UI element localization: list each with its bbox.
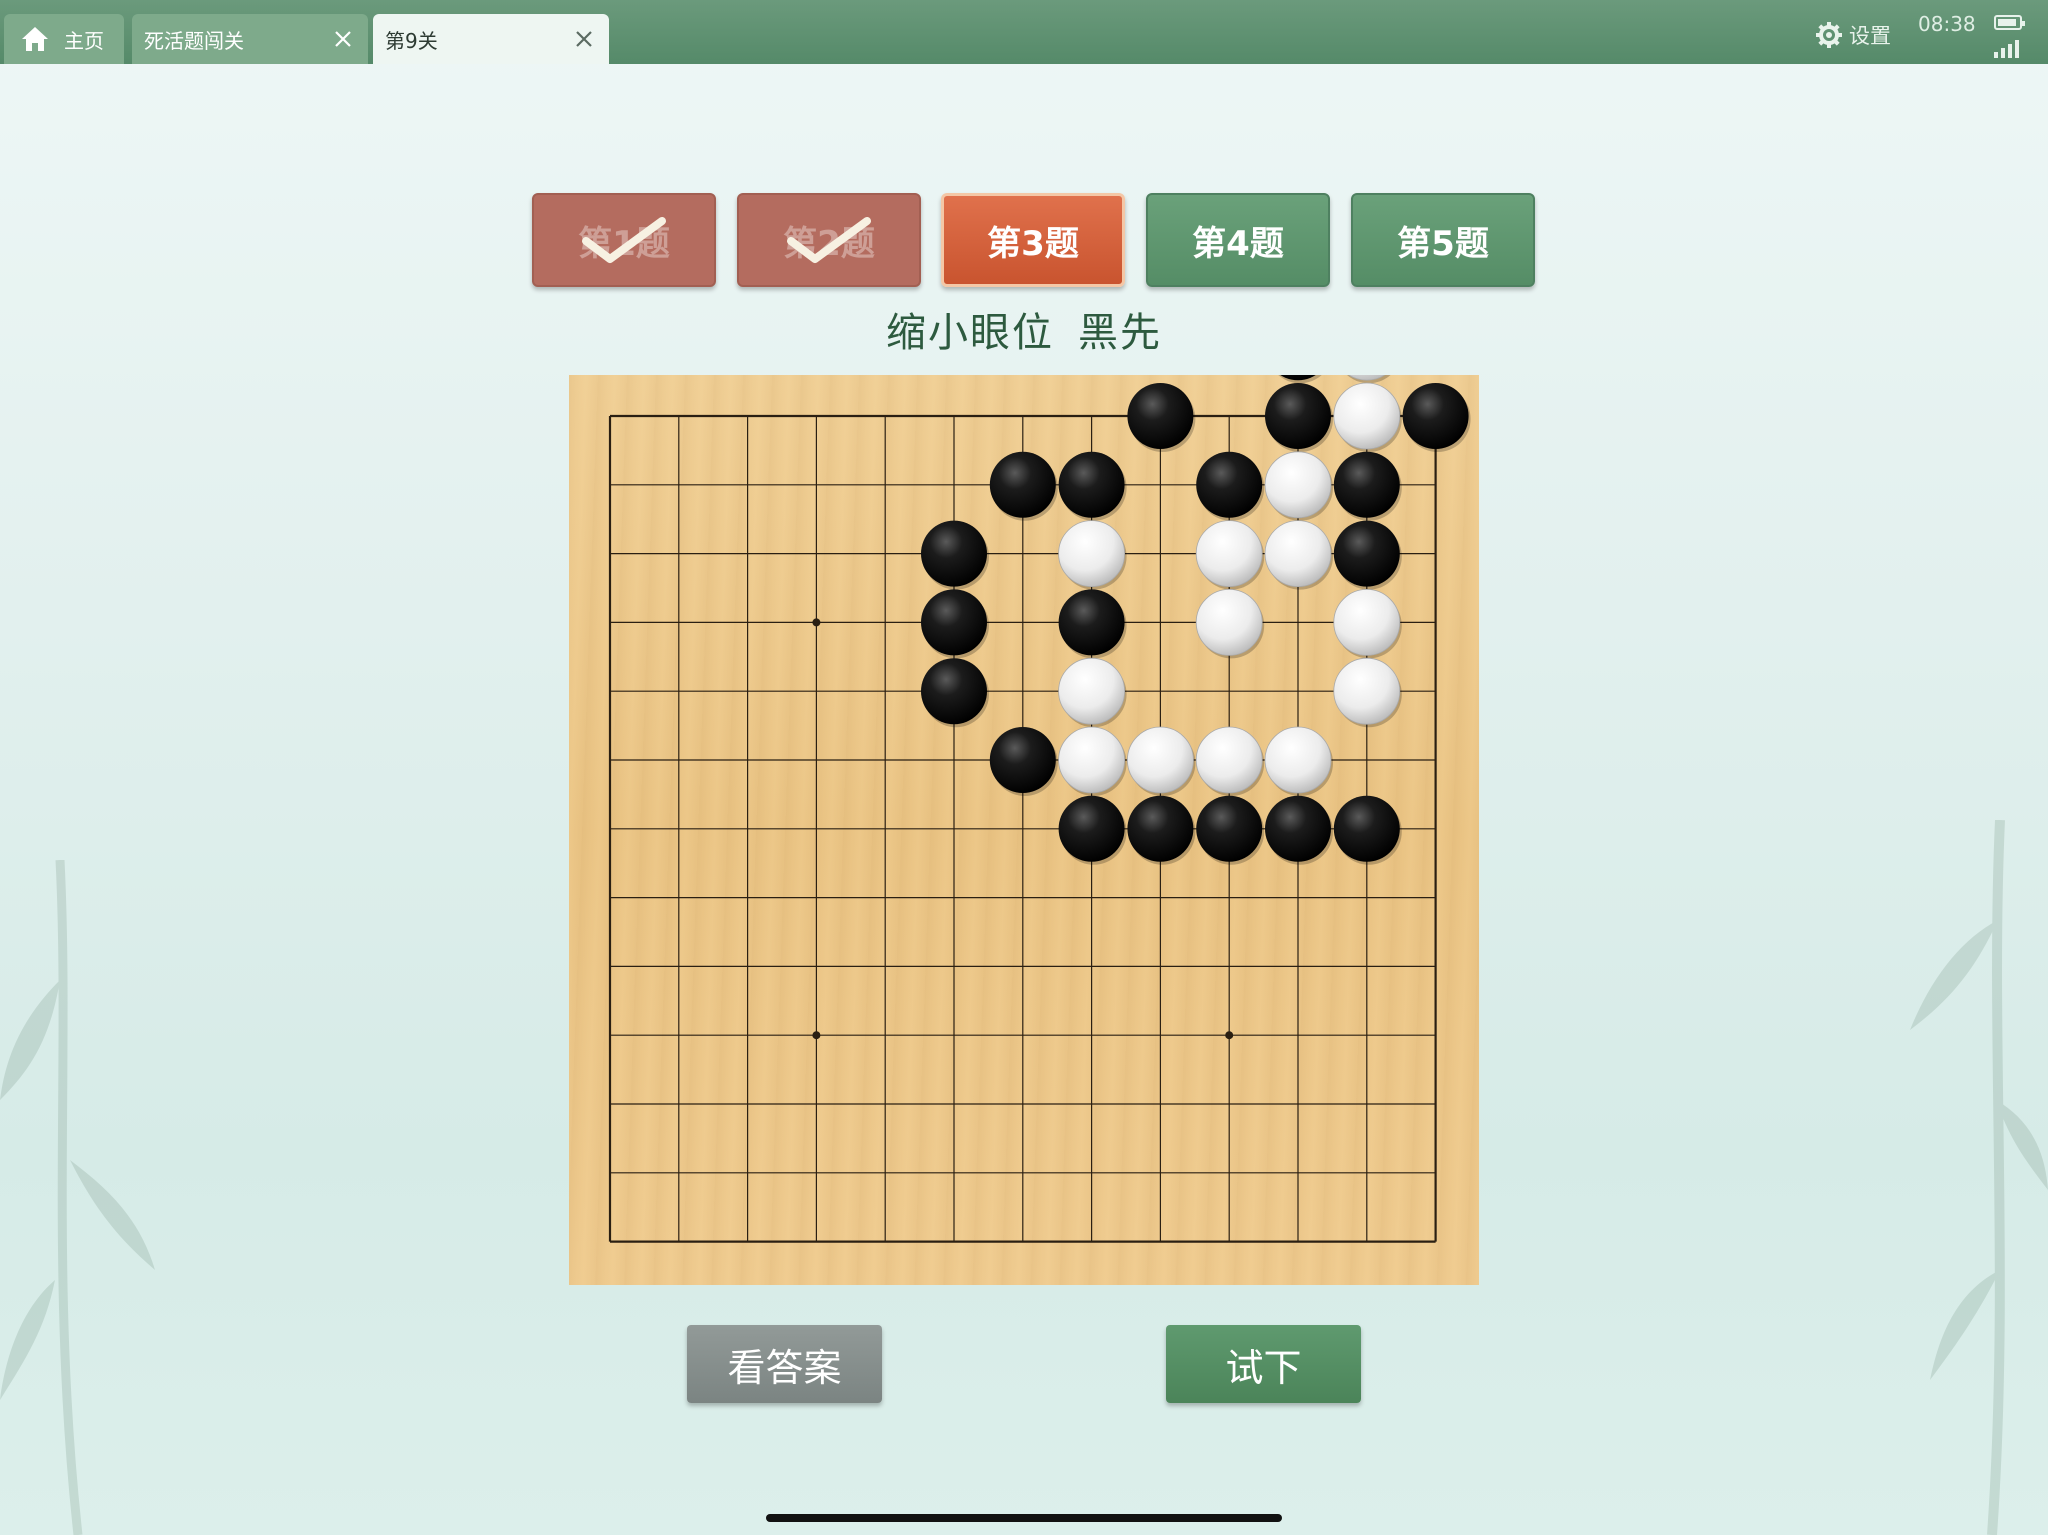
bamboo-decoration-right bbox=[1910, 820, 2048, 1535]
black-stone bbox=[1058, 451, 1127, 521]
white-stone bbox=[1127, 726, 1196, 796]
white-stone bbox=[1195, 588, 1265, 659]
home-icon bbox=[22, 27, 48, 51]
star-point bbox=[812, 618, 821, 627]
white-stone bbox=[1264, 520, 1333, 590]
signal-icon bbox=[1994, 40, 2019, 58]
black-stone bbox=[1127, 383, 1196, 452]
tab-home-label: 主页 bbox=[64, 28, 104, 53]
white-stone bbox=[1058, 726, 1127, 796]
black-stone bbox=[921, 658, 989, 728]
tab-home[interactable]: 主页 bbox=[4, 14, 124, 64]
black-stone bbox=[1058, 589, 1127, 659]
puzzle-objective: 缩小眼位 bbox=[886, 310, 1054, 356]
battery-icon bbox=[1994, 15, 2025, 30]
white-stone bbox=[1333, 657, 1402, 728]
tab-puzzle-challenge[interactable]: 死活题闯关 bbox=[132, 14, 368, 64]
try-move-button[interactable]: 试下 bbox=[1166, 1325, 1361, 1403]
black-stone bbox=[1265, 795, 1333, 865]
white-stone bbox=[1058, 520, 1127, 590]
problem-2-button[interactable]: 第2题 bbox=[737, 193, 921, 287]
puzzle-turn: 黑先 bbox=[1078, 310, 1162, 356]
close-icon[interactable] bbox=[571, 26, 597, 52]
settings-label: 设置 bbox=[1849, 24, 1891, 48]
black-stone bbox=[1278, 375, 1322, 384]
problem-1-button[interactable]: 第1题 bbox=[532, 193, 716, 287]
black-stone bbox=[1265, 383, 1333, 452]
black-stone bbox=[1127, 795, 1196, 865]
show-answer-button[interactable]: 看答案 bbox=[687, 1325, 882, 1403]
problem-4-label: 第4题 bbox=[1192, 223, 1284, 264]
problem-3-button[interactable]: 第3题 bbox=[941, 193, 1125, 287]
problem-5-button[interactable]: 第5题 bbox=[1351, 193, 1535, 287]
tab-level-9[interactable]: 第9关 bbox=[373, 14, 609, 64]
white-stone bbox=[1195, 726, 1265, 796]
white-stone bbox=[1264, 451, 1333, 521]
black-stone bbox=[921, 520, 989, 590]
white-stone bbox=[1195, 520, 1265, 590]
problem-4-button[interactable]: 第4题 bbox=[1146, 193, 1330, 287]
black-stone bbox=[989, 727, 1058, 796]
puzzle-title: 缩小眼位 黑先 bbox=[0, 300, 2048, 358]
tab-bar: 主页 死活题闯关 第9关 设置 08:38 bbox=[0, 0, 2048, 64]
status-time: 08:38 bbox=[1918, 12, 1976, 36]
white-stone bbox=[1058, 657, 1127, 728]
white-stone bbox=[1264, 726, 1333, 796]
checkmark-icon bbox=[582, 217, 666, 263]
black-stone bbox=[989, 451, 1058, 521]
black-stone bbox=[1196, 451, 1265, 521]
black-stone bbox=[921, 589, 989, 659]
gear-icon bbox=[1816, 22, 1842, 48]
tab-level-9-label: 第9关 bbox=[385, 28, 438, 53]
black-stone bbox=[1333, 451, 1402, 521]
star-point bbox=[812, 1031, 821, 1040]
white-stone bbox=[1333, 382, 1402, 452]
white-stone bbox=[1333, 588, 1402, 659]
checkmark-icon bbox=[787, 217, 871, 263]
white-stone bbox=[1347, 375, 1391, 384]
go-board[interactable] bbox=[569, 375, 1479, 1285]
black-stone bbox=[1196, 795, 1265, 865]
settings-button[interactable]: 设置 bbox=[1815, 20, 1891, 50]
tab-puzzle-challenge-label: 死活题闯关 bbox=[144, 28, 244, 53]
black-stone bbox=[1333, 520, 1402, 590]
problem-5-label: 第5题 bbox=[1397, 223, 1489, 264]
bamboo-decoration-left bbox=[0, 860, 155, 1535]
star-point bbox=[1225, 1031, 1234, 1040]
black-stone bbox=[1402, 383, 1471, 452]
black-stone bbox=[1333, 795, 1402, 865]
problem-3-label: 第3题 bbox=[987, 223, 1079, 264]
black-stone bbox=[1058, 795, 1127, 865]
close-icon[interactable] bbox=[330, 26, 356, 52]
go-board-canvas[interactable] bbox=[569, 375, 1479, 1285]
home-indicator bbox=[766, 1514, 1282, 1522]
